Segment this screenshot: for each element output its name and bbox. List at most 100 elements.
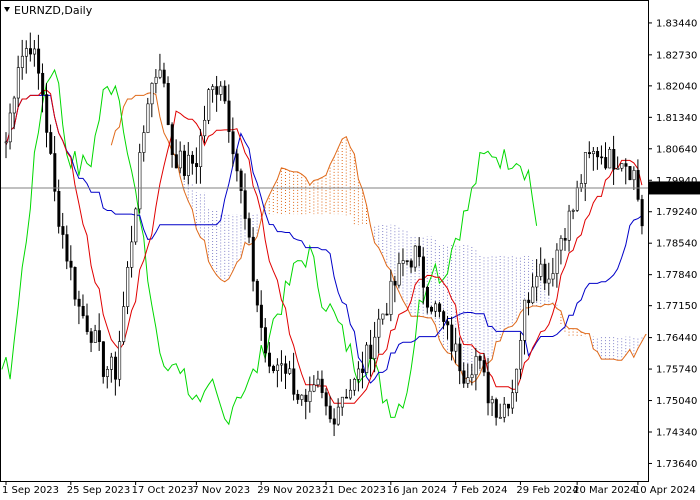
candle-body [162, 69, 166, 84]
candle-body [523, 299, 527, 341]
candle-body [101, 341, 105, 377]
candle-body [65, 234, 69, 262]
price-axis: 1.834401.827301.820401.813401.806401.799… [648, 18, 697, 470]
candle-body [587, 152, 591, 155]
candle-body [547, 278, 551, 284]
x-tick-label: 10 Apr 2024 [634, 485, 696, 496]
candle-body [251, 236, 255, 282]
candle-body [61, 226, 65, 235]
candle-body [506, 403, 510, 409]
x-tick-label: 1 Sep 2023 [2, 485, 59, 496]
candle-body [191, 154, 195, 164]
y-tick-label: 1.79240 [656, 207, 697, 218]
candle-body [434, 303, 438, 312]
symbol-timeframe-label: EURNZD,Daily [14, 4, 93, 17]
candle-body [571, 210, 575, 212]
candle-body [385, 313, 389, 316]
candle-body [77, 298, 81, 307]
x-tick-label: 29 Feb 2024 [516, 485, 578, 496]
candle-body [235, 153, 239, 172]
candle-body [365, 344, 369, 373]
candle-body [93, 330, 97, 343]
candle-body [519, 340, 523, 370]
candle-body [81, 306, 85, 317]
x-tick-label: 17 Oct 2023 [132, 485, 194, 496]
candle-body [563, 238, 567, 241]
candle-body [178, 150, 182, 169]
candle-body [284, 363, 288, 374]
candle-body [604, 157, 608, 169]
candle-body [118, 341, 122, 380]
candle-body [543, 263, 547, 284]
candle-body [490, 399, 494, 404]
candle-body [53, 153, 57, 192]
candle-body [600, 156, 604, 159]
candle-body [579, 183, 583, 188]
candle-body [41, 72, 45, 95]
x-tick-label: 20 Mar 2024 [573, 485, 636, 496]
candle-body [482, 360, 486, 373]
candle-body [182, 150, 186, 176]
y-tick-label: 1.74340 [656, 428, 697, 439]
candle-body [539, 263, 543, 277]
candle-body [267, 352, 271, 367]
candle-body [592, 151, 596, 155]
candle-body [527, 299, 531, 304]
candle-body [336, 406, 340, 425]
candle-body [312, 384, 316, 392]
candle-body [114, 356, 118, 380]
y-tick-label: 1.78540 [656, 239, 697, 250]
candle-body [207, 89, 211, 121]
y-tick-label: 1.83440 [656, 18, 697, 29]
candle-body [454, 343, 458, 352]
candle-body [332, 418, 336, 425]
candle-body [227, 100, 231, 132]
x-tick-label: 7 Feb 2024 [452, 485, 508, 496]
candle-body [134, 208, 138, 243]
y-tick-label: 1.81340 [656, 113, 697, 124]
y-tick-label: 1.73640 [656, 459, 697, 470]
candle-body [20, 55, 24, 68]
candle-body [616, 167, 620, 170]
candle-body [458, 343, 462, 372]
candle-body [195, 163, 199, 168]
candle-body [73, 267, 77, 300]
candle-body [219, 85, 223, 95]
candle-body [494, 399, 498, 418]
candle-body [49, 132, 53, 154]
symbol-title[interactable]: EURNZD,Daily [4, 4, 93, 17]
candle-body [247, 218, 251, 238]
candle-body [296, 393, 300, 400]
candle-body [16, 67, 20, 99]
x-tick-label: 16 Jan 2024 [387, 485, 447, 496]
candle-body [304, 394, 308, 402]
candle-body [373, 336, 377, 359]
chart-background [0, 0, 700, 500]
candle-body [138, 152, 142, 210]
candle-body [316, 378, 320, 386]
candle-body [425, 287, 429, 308]
price-chart[interactable]: 1.834401.827301.820401.813401.806401.799… [0, 0, 700, 500]
candle-body [389, 280, 393, 315]
candle-body [142, 132, 146, 153]
candle-body [85, 315, 89, 332]
candle-body [393, 280, 397, 286]
candle-body [632, 170, 636, 181]
candle-body [243, 190, 247, 219]
candle-body [174, 154, 178, 169]
candle-body [466, 377, 470, 384]
y-tick-label: 1.76440 [656, 333, 697, 344]
y-tick-label: 1.80640 [656, 144, 697, 155]
candle-body [361, 368, 365, 373]
candle-body [170, 124, 174, 155]
candle-body [324, 392, 328, 407]
candle-body [288, 368, 292, 374]
candle-body [150, 83, 154, 105]
candle-body [612, 149, 616, 170]
candle-body [349, 389, 353, 399]
candle-body [300, 394, 304, 400]
candle-body [608, 149, 612, 169]
candle-body [89, 331, 93, 343]
candle-body [551, 273, 555, 280]
candle-body [620, 163, 624, 169]
